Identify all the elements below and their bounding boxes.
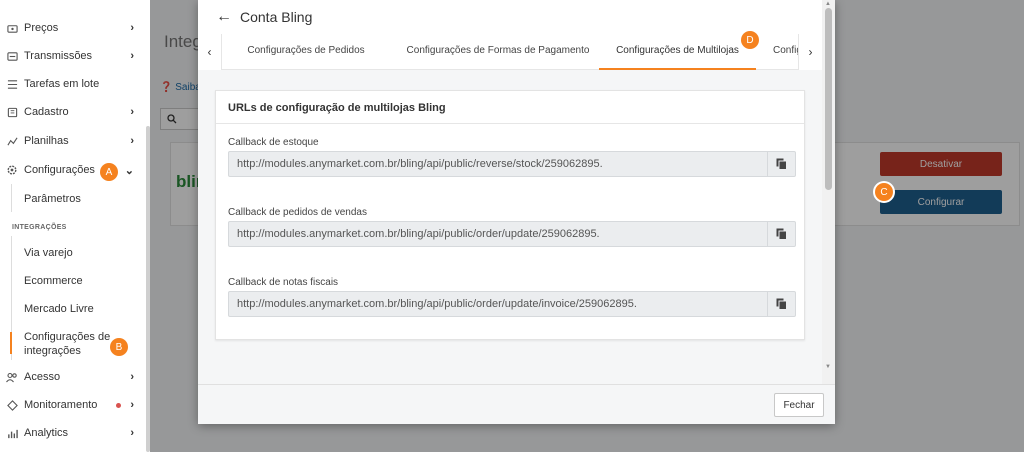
form-icon [6, 106, 18, 118]
tab-configuracoes-formas-pagamento[interactable]: Configurações de Formas de Pagamento [390, 34, 606, 70]
sidebar-sub-mercado-livre[interactable]: Mercado Livre [24, 302, 144, 316]
chevron-right-icon: › [130, 135, 134, 147]
field-label-estoque: Callback de estoque [228, 137, 319, 148]
diamond-icon [6, 399, 18, 411]
chevron-right-icon: › [130, 50, 134, 62]
conta-bling-modal: ← Conta Bling ‹ Configurações de Pedidos… [198, 0, 835, 424]
sidebar-sub-config-integracoes[interactable]: Configurações de integrações [24, 330, 114, 358]
section-label-integracoes: INTEGRAÇÕES [12, 224, 67, 231]
copy-icon [776, 298, 787, 310]
sidebar-item-label: Monitoramento [24, 399, 98, 411]
callback-estoque-field[interactable]: http://modules.anymarket.com.br/bling/ap… [228, 151, 796, 177]
spreadsheet-icon [6, 135, 18, 147]
gear-icon [6, 164, 18, 176]
transmission-icon [6, 50, 18, 62]
copy-button[interactable] [767, 221, 795, 247]
sidebar-item-label: Acesso [24, 371, 61, 383]
copy-button[interactable] [767, 151, 795, 177]
copy-button[interactable] [767, 291, 795, 317]
chevron-left-icon: ‹ [207, 45, 212, 59]
sidebar-item-precos[interactable]: Preços › [0, 15, 146, 41]
sidebar-item-label: Transmissões [24, 50, 93, 62]
tabs-bar: ‹ Configurações de Pedidos Configurações… [198, 34, 822, 70]
chevron-right-icon: › [130, 371, 134, 383]
sidebar-item-label: Planilhas [24, 135, 69, 147]
sidebar-sub-ecommerce[interactable]: Ecommerce [24, 274, 144, 288]
tab-configuracoes-more[interactable]: Configu [773, 34, 798, 70]
divider [216, 123, 804, 124]
modal-title: Conta Bling [240, 9, 313, 25]
modal-header: ← Conta Bling [198, 0, 835, 34]
fechar-button[interactable]: Fechar [774, 393, 824, 417]
sidebar-item-analytics[interactable]: Analytics › [0, 420, 146, 446]
sidebar: Preços › Transmissões › Tarefas em lote … [0, 0, 150, 452]
chevron-right-icon: › [130, 427, 134, 439]
field-label-notas-fiscais: Callback de notas fiscais [228, 277, 339, 288]
alert-dot [116, 402, 121, 408]
modal-body: URLs de configuração de multilojas Bling… [198, 70, 822, 384]
tab-configuracoes-multilojas[interactable]: Configurações de Multilojas [599, 34, 756, 70]
sidebar-item-label: Preços [24, 22, 59, 34]
chevron-down-icon: ⌄ [124, 164, 134, 177]
sidebar-sub-parametros[interactable]: Parâmetros [24, 192, 144, 206]
multilojas-urls-panel: URLs de configuração de multilojas Bling… [215, 90, 805, 340]
sidebar-item-tarefas-em-lote[interactable]: Tarefas em lote [0, 71, 146, 97]
badge-a: A [100, 163, 118, 181]
callback-pedidos-value[interactable]: http://modules.anymarket.com.br/bling/ap… [229, 228, 767, 240]
bar-chart-icon [6, 427, 18, 439]
modal-footer: Fechar [198, 384, 835, 424]
tab-scroll-left-button[interactable]: ‹ [198, 34, 222, 70]
active-indicator [10, 332, 12, 354]
field-label-pedidos-vendas: Callback de pedidos de vendas [228, 207, 367, 218]
callback-notas-field[interactable]: http://modules.anymarket.com.br/bling/ap… [228, 291, 796, 317]
sidebar-item-transmissoes[interactable]: Transmissões › [0, 43, 146, 69]
panel-title: URLs de configuração de multilojas Bling [228, 102, 446, 114]
sidebar-sub-via-varejo[interactable]: Via varejo [24, 246, 144, 260]
callback-notas-value[interactable]: http://modules.anymarket.com.br/bling/ap… [229, 298, 767, 310]
user-group-icon [6, 371, 18, 383]
copy-icon [776, 228, 787, 240]
tab-scroll-right-button[interactable]: › [798, 34, 822, 70]
chevron-right-icon: › [130, 399, 134, 411]
sidebar-item-label: Tarefas em lote [24, 78, 100, 90]
scrollbar-thumb[interactable] [825, 8, 832, 190]
sidebar-item-label: Analytics [24, 427, 69, 439]
copy-icon [776, 158, 787, 170]
tabs-list: Configurações de Pedidos Configurações d… [222, 34, 798, 70]
callback-estoque-value[interactable]: http://modules.anymarket.com.br/bling/ap… [229, 158, 767, 170]
chevron-right-icon: › [808, 45, 813, 59]
scroll-down-icon[interactable]: ▼ [825, 364, 831, 370]
sidebar-item-acesso[interactable]: Acesso › [0, 364, 146, 390]
badge-c: C [875, 183, 893, 201]
sidebar-item-cadastro[interactable]: Cadastro › [0, 99, 146, 125]
badge-d: D [741, 31, 759, 49]
scroll-up-icon[interactable]: ▲ [825, 1, 831, 7]
sidebar-item-label: Cadastro [24, 106, 69, 118]
tab-configuracoes-pedidos[interactable]: Configurações de Pedidos [222, 34, 390, 70]
sidebar-item-monitoramento[interactable]: Monitoramento › [0, 392, 146, 418]
callback-pedidos-field[interactable]: http://modules.anymarket.com.br/bling/ap… [228, 221, 796, 247]
sidebar-item-label: Configurações [24, 164, 95, 176]
sidebar-item-planilhas[interactable]: Planilhas › [0, 128, 146, 154]
chevron-right-icon: › [130, 106, 134, 118]
list-icon [6, 78, 18, 90]
chevron-right-icon: › [130, 22, 134, 34]
back-arrow-icon[interactable]: ← [216, 8, 232, 26]
sidebar-item-configuracoes[interactable]: Configurações ⌄ [0, 157, 146, 183]
badge-b: B [110, 338, 128, 356]
modal-scrollbar[interactable]: ▲ ▼ [822, 0, 835, 384]
tree-line [11, 184, 12, 212]
price-tag-icon [6, 22, 18, 34]
